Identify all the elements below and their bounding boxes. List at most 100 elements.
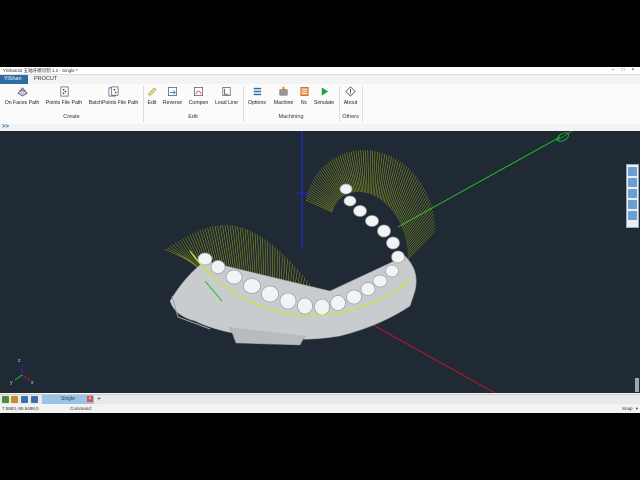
batchpoints-file-path-label: BatchPoints File Path [88,100,139,106]
gizmo-x-label: x [31,380,34,386]
tooth [377,224,391,238]
tooth [360,282,376,296]
new-doc-icon[interactable] [2,396,9,403]
lead-line-button[interactable]: Lead Line [213,86,240,110]
close-window-button[interactable]: × [628,67,638,74]
toolpath-segment [404,200,430,237]
toolpath-segment [381,155,390,201]
toolpath-segment [365,150,368,194]
application-window: YiShan32 五轴牙模切割 1.2 - Single * – □ × YiS… [0,67,640,413]
toolpath-segment [172,244,196,267]
tooth [297,297,313,315]
about-button[interactable]: About [341,86,360,110]
tooth [243,278,261,294]
viewport-scrollbar[interactable] [635,378,639,392]
tooth [385,264,399,278]
chevron-down-icon: ▾ [635,406,638,411]
minimize-button[interactable]: – [608,67,618,74]
3d-viewport[interactable]: z x y [0,131,640,393]
toolpath-segment [396,176,417,218]
points-file-path-button[interactable]: Points File Path [44,86,84,110]
toolpath-segment [375,152,381,197]
close-tab-icon[interactable]: × [87,396,93,402]
edit-button[interactable]: Edit [145,86,159,110]
machine-button[interactable]: Machine [272,86,295,110]
open-doc-icon[interactable] [11,396,18,403]
scene-canvas: z x y [10,131,573,393]
status-bar: 7.5883,-55.6488,0 Command: Snap ▾ [0,404,640,413]
command-label: Command: [70,406,93,411]
maximize-button[interactable]: □ [618,67,628,74]
options-button[interactable]: Options [246,86,268,110]
tooth [225,269,243,285]
view-front-button[interactable] [628,178,637,187]
group-divider [362,86,363,122]
tooth [279,292,297,310]
machine-icon [279,86,288,96]
tooth [261,285,279,303]
toolpath-segment [385,159,397,204]
points-file-path-label: Points File Path [45,100,83,106]
group-label-machining: Machining [278,114,304,120]
view-top-button[interactable] [628,167,637,176]
toolpath-segment [367,150,369,194]
axis-gizmo: z x y [10,358,34,386]
on-faces-path-button[interactable]: On Faces Path [3,86,41,110]
expand-panel-button[interactable]: >> [2,124,9,131]
toolpath-segment [390,165,405,209]
tooth [330,295,346,311]
title-bar: YiShan32 五轴牙模切割 1.2 - Single * – □ × [0,67,640,75]
tool-axis-line [397,136,561,228]
tab-procut[interactable]: PROCUT [30,75,64,84]
toolpath-segment [403,195,428,233]
toolpath-segment [407,225,435,255]
play-icon [321,87,328,96]
document-tab-strip: Single × + [0,394,640,404]
tooth [210,260,226,274]
view-iso-button[interactable] [628,200,637,209]
machine-label: Machine [273,100,294,106]
view-fit-button[interactable] [628,211,637,220]
tooth [353,205,367,217]
nc-button[interactable]: Nc [298,86,310,110]
edit-icon [148,87,157,96]
undo-icon[interactable] [21,396,28,403]
batch-points-icon [108,86,119,97]
reverse-button[interactable]: Reverse [161,86,184,110]
lead-line-label: Lead Line [215,100,238,106]
tab-yishan[interactable]: YiShan [0,75,28,84]
view-side-button[interactable] [628,189,637,198]
snap-button[interactable]: Snap ▾ [620,405,638,412]
toolpath-segment [407,230,436,260]
tooth [391,250,405,264]
simulate-label: Simulate [313,100,335,106]
command-row: >> [0,124,640,131]
view-toolbar [626,164,639,228]
toolpath-segment [308,188,335,207]
add-tab-button[interactable]: + [97,395,101,404]
about-icon [345,86,356,97]
toolpath-segment [382,156,392,202]
tool-cone-icon [557,132,569,142]
options-icon [253,87,261,96]
cursor-coordinates: 7.5883,-55.6488,0 [2,406,39,411]
toolpath-segment [402,192,427,231]
toolpath-segment [371,150,373,195]
tooth [339,183,353,195]
redo-icon[interactable] [31,396,38,403]
snap-label: Snap [621,406,633,411]
batchpoints-file-path-button[interactable]: BatchPoints File Path [87,86,140,110]
points-file-icon [59,86,69,97]
tooth [343,195,357,207]
simulate-button[interactable]: Simulate [312,86,336,110]
compen-button[interactable]: Compen [187,86,210,110]
nc-icon [300,87,308,96]
gizmo-z-label: z [18,358,21,364]
tooth [365,215,379,227]
lead-line-icon [222,87,231,96]
reverse-label: Reverse [162,100,183,106]
toolpath-segment [309,186,335,206]
tooth [372,274,388,288]
compen-label: Compen [188,100,209,106]
faces-path-icon [16,87,28,97]
